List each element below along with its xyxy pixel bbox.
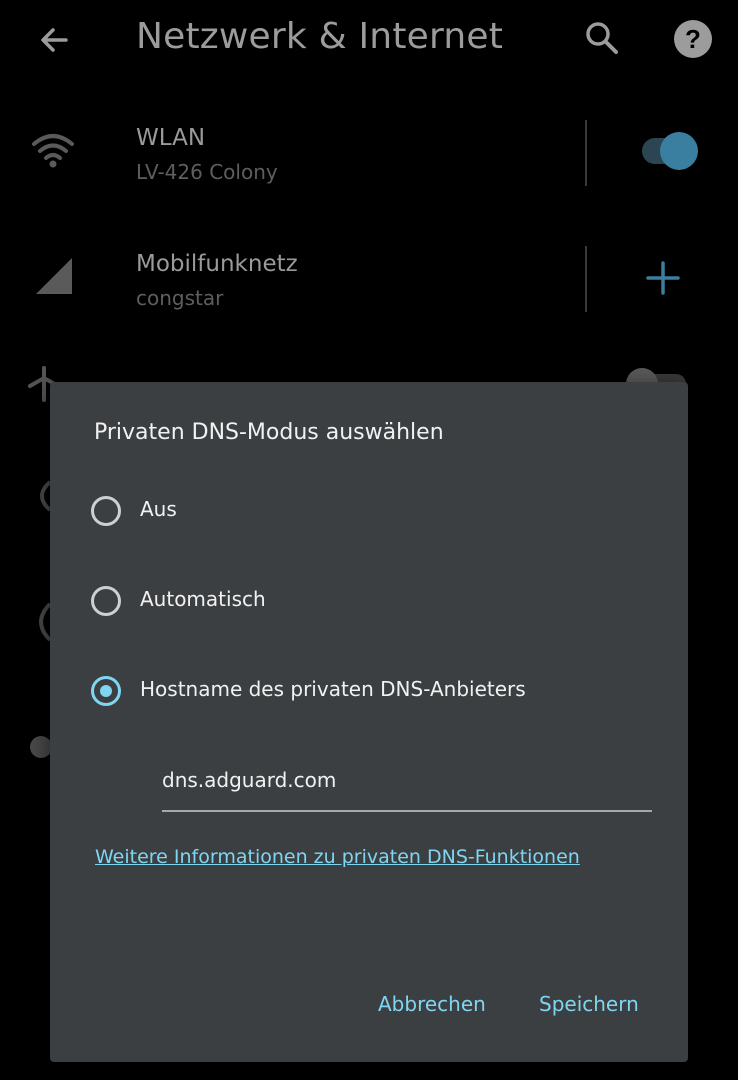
save-button[interactable]: Speichern [539, 992, 639, 1016]
wlan-subtitle: LV-426 Colony [136, 160, 278, 184]
dialog-title: Privaten DNS-Modus auswählen [94, 420, 444, 445]
radio-label: Automatisch [140, 587, 266, 611]
dns-hostname-value: dns.adguard.com [162, 768, 337, 792]
radio-label: Hostname des privaten DNS-Anbieters [140, 677, 526, 701]
arrow-back-icon[interactable] [34, 20, 74, 60]
app-bar: Netzwerk & Internet ? [0, 0, 738, 80]
radio-button[interactable] [91, 586, 121, 616]
row-divider [585, 120, 587, 186]
radio-option-off[interactable]: Aus [88, 486, 648, 542]
radio-option-automatic[interactable]: Automatisch [88, 576, 648, 632]
svg-text:?: ? [685, 24, 701, 54]
dns-info-link[interactable]: Weitere Informationen zu privaten DNS-Fu… [95, 846, 580, 868]
toggle-thumb [660, 132, 698, 170]
radio-label: Aus [140, 497, 177, 521]
mobile-subtitle: congstar [136, 286, 224, 310]
wifi-icon [32, 134, 74, 168]
dns-hostname-input[interactable]: dns.adguard.com [162, 762, 652, 812]
hotspot-icon [40, 480, 52, 512]
radio-button-selected[interactable] [91, 676, 121, 706]
cancel-button[interactable]: Abbrechen [378, 992, 486, 1016]
wlan-toggle[interactable] [642, 132, 698, 170]
radio-button[interactable] [91, 496, 121, 526]
row-divider [585, 246, 587, 312]
private-dns-dialog: Privaten DNS-Modus auswählen Aus Automat… [50, 382, 688, 1062]
page-title: Netzwerk & Internet [136, 16, 504, 57]
cellular-signal-icon [36, 258, 72, 294]
help-icon[interactable]: ? [672, 18, 714, 60]
search-icon[interactable] [582, 18, 622, 58]
settings-row-mobile[interactable]: Mobilfunknetz congstar [0, 226, 738, 336]
radio-selected-dot [100, 685, 112, 697]
data-usage-icon [39, 602, 52, 642]
add-icon[interactable] [644, 259, 682, 297]
radio-option-hostname[interactable]: Hostname des privaten DNS-Anbieters [88, 666, 648, 722]
wlan-title: WLAN [136, 125, 206, 151]
settings-row-wlan[interactable]: WLAN LV-426 Colony [0, 100, 738, 210]
mobile-title: Mobilfunknetz [136, 251, 298, 277]
vpn-icon [30, 736, 52, 758]
